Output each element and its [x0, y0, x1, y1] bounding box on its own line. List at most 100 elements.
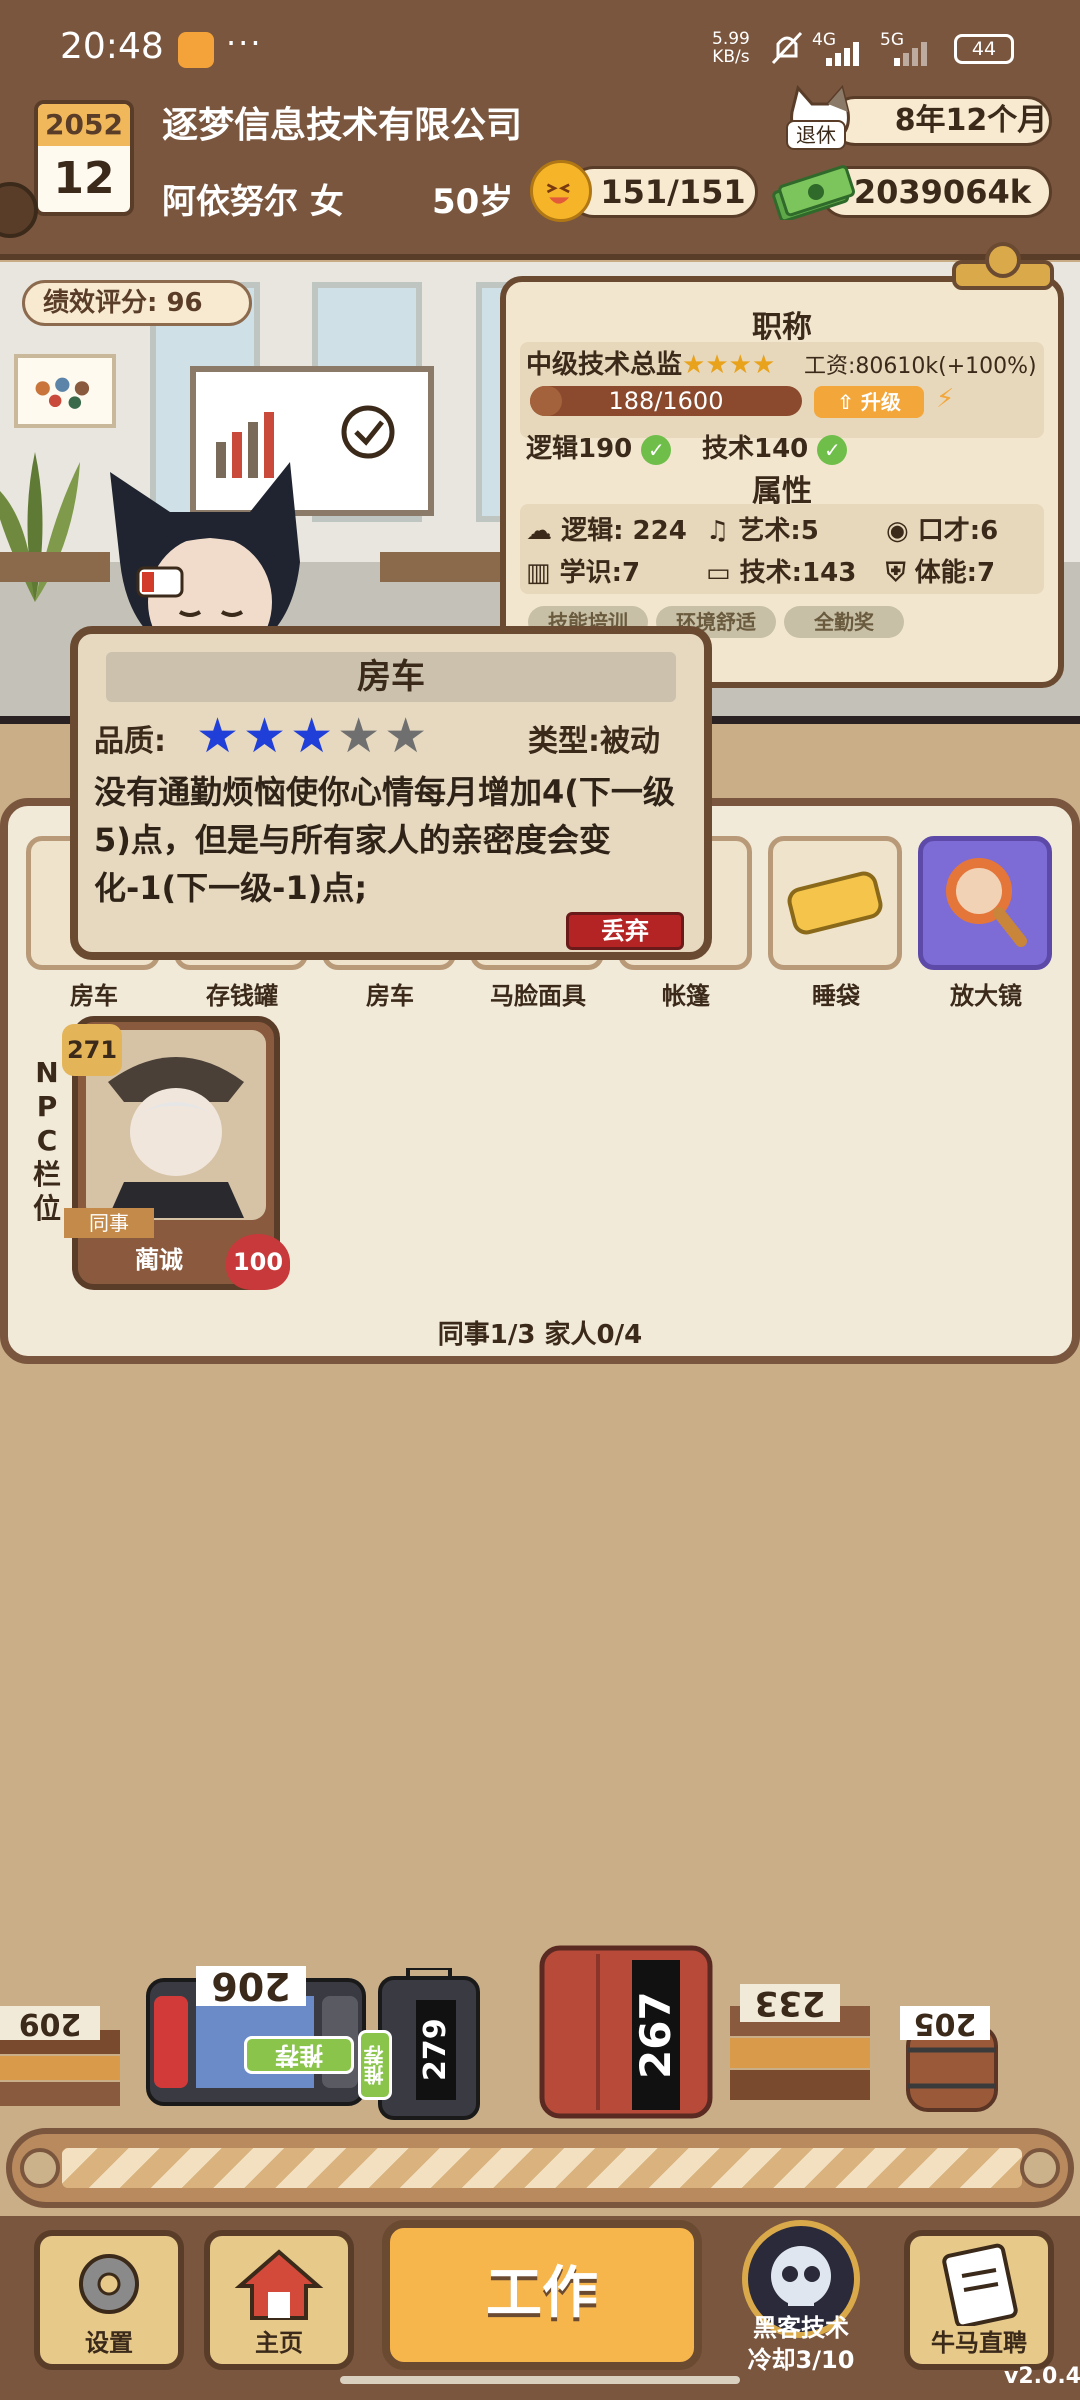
price-tag: 267 — [631, 1960, 680, 2110]
salary: 工资:80610k(+100%) — [804, 354, 1037, 379]
magnifier-icon — [946, 858, 1027, 947]
quality-label: 品质: — [94, 724, 166, 759]
quality-stars: ★ ★ ★ ★ ★ — [196, 712, 427, 760]
npc-slot-label: N P C 栏 位 — [32, 1056, 61, 1225]
price-tag: 279 — [416, 2000, 456, 2100]
shield-icon: ⛨ — [886, 558, 906, 588]
player-header: 2052 12 逐梦信息技术有限公司 阿依努尔 女 50岁 8年12个月 退休 … — [0, 80, 1080, 260]
attr-eloquence: ◉ 口才:6 — [886, 516, 999, 546]
performance-score: 绩效评分: 96 — [22, 280, 252, 326]
attr-stamina: ⛨ 体能:7 — [886, 558, 996, 588]
npc-level-badge: 271 — [62, 1024, 122, 1076]
promotion-progress: 188/1600 — [530, 386, 802, 416]
price-tag: 206 — [196, 1964, 306, 2008]
settings-button[interactable]: 设置 — [34, 2230, 184, 2370]
lips-icon: ◉ — [886, 516, 909, 546]
month: 12 — [53, 153, 115, 204]
attr-tech: ▭ 技术:143 — [706, 558, 857, 588]
attr-art: ♫ 艺术:5 — [706, 516, 819, 546]
price-tag: 209 — [0, 2006, 100, 2041]
mute-icon — [771, 31, 803, 65]
clipboard-icon — [942, 2243, 1018, 2329]
retire-label: 退休 — [786, 120, 846, 150]
book-icon: ▥ — [526, 558, 551, 588]
conveyor-belt — [6, 2128, 1074, 2208]
recommend-badge: 推荐 — [244, 2036, 354, 2074]
retire-countdown[interactable]: 8年12个月 — [830, 96, 1052, 146]
inventory-label: 房车 — [366, 982, 414, 1010]
gear-icon — [79, 2254, 139, 2314]
clock: 20:48 — [60, 26, 164, 67]
upgrade-button[interactable]: ⇧ 升级 — [814, 386, 924, 418]
inventory-label: 睡袋 — [812, 982, 860, 1010]
affinity-heart: 100 — [226, 1234, 290, 1290]
lightning-icon: ⚡ — [936, 384, 955, 414]
battery-icon: 44 — [954, 34, 1014, 64]
requirement-tech: 技术140 ✓ — [702, 428, 848, 465]
system-home-indicator[interactable] — [340, 2376, 740, 2384]
network-speed: 5.99 KB/s — [712, 29, 750, 67]
item-type: 类型:被动 — [528, 724, 660, 759]
cash-icon — [772, 165, 856, 220]
item-description: 没有通勤烦恼使你心情每月增加4(下一级5)点，但是与所有家人的亲密度会变化-1(… — [94, 773, 675, 907]
job-title: 中级技术总监★★★★ — [526, 350, 776, 380]
monitor-icon: ▭ — [706, 558, 731, 588]
player-age: 50岁 — [432, 182, 514, 222]
item-detail-popup: 房车 品质: ★ ★ ★ ★ ★ 类型:被动 没有通勤烦恼使你心情每月增加4(下一级5)… — [70, 626, 712, 960]
star-empty-icon: ★ — [384, 708, 428, 764]
player-name: 阿依努尔 女 — [162, 182, 344, 222]
home-icon — [234, 2249, 324, 2320]
brain-icon: ☁ — [526, 516, 552, 546]
hacker-skill-label: 黑客技术 冷却3/10 — [747, 2314, 855, 2374]
belt-wheel-icon — [1020, 2148, 1060, 2188]
check-icon: ✓ — [641, 434, 672, 465]
more-notifications-icon: ··· — [226, 24, 263, 62]
star-filled-icon: ★ — [196, 708, 240, 764]
star-filled-icon: ★ — [290, 708, 334, 764]
item-title: 房车 — [106, 652, 676, 702]
app-notification-icon — [178, 32, 214, 68]
recommend-badge: 推荐 — [358, 2030, 392, 2100]
wall-poster — [14, 354, 116, 428]
job-stars: ★★★★ — [682, 350, 776, 380]
inventory-slot-magnifier[interactable] — [918, 836, 1052, 970]
sleeping-bag-icon — [787, 871, 883, 935]
inventory-label: 存钱罐 — [206, 982, 278, 1010]
inventory-label: 帐篷 — [662, 982, 710, 1010]
clipboard-clip-icon — [952, 242, 1054, 290]
energy-value: 151/151 — [568, 166, 758, 218]
luggage-icon[interactable] — [538, 1940, 714, 2120]
npc-counts: 同事1/3 家人0/4 — [437, 1320, 643, 1350]
version-label: v2.0.4 — [1004, 2364, 1080, 2389]
home-button[interactable]: 主页 — [204, 2230, 354, 2370]
discard-button[interactable]: 丢弃 — [566, 912, 684, 950]
year: 2052 — [38, 104, 130, 146]
side-menu-handle[interactable] — [0, 182, 38, 238]
mood-face-icon — [530, 160, 592, 222]
npc-name: 蔺诚 — [84, 1240, 234, 1280]
calendar: 2052 12 — [34, 100, 134, 216]
inventory-label: 房车 — [70, 982, 118, 1010]
music-note-icon: ♫ — [706, 516, 730, 546]
attr-logic: ☁ 逻辑: 224 — [526, 516, 687, 546]
recruit-button[interactable]: 牛马直聘 — [904, 2230, 1054, 2370]
conveyor-items: 209 206 279 推荐 推荐 267 233 205 — [0, 1920, 1080, 2120]
work-button[interactable]: 工作 — [382, 2220, 702, 2370]
inventory-label: 马脸面具 — [490, 982, 586, 1010]
signal-icon — [894, 40, 938, 66]
star-filled-icon: ★ — [243, 708, 287, 764]
inventory-label: 放大镜 — [950, 982, 1022, 1010]
npc-role-tag: 同事 — [64, 1208, 154, 1238]
star-empty-icon: ★ — [337, 708, 381, 764]
requirement-logic: 逻辑190 ✓ — [526, 428, 672, 465]
company-name: 逐梦信息技术有限公司 — [162, 105, 523, 146]
belt-wheel-icon — [20, 2148, 60, 2188]
inventory-slot-sleeping-bag[interactable] — [768, 836, 902, 970]
attr-knowledge: ▥ 学识:7 — [526, 558, 641, 588]
price-tag: 205 — [900, 2006, 990, 2041]
check-icon: ✓ — [817, 434, 848, 465]
price-tag: 233 — [740, 1983, 840, 2023]
signal-icon — [826, 40, 870, 66]
buff-chip[interactable]: 全勤奖 — [784, 606, 904, 638]
progress-fill — [530, 386, 562, 416]
